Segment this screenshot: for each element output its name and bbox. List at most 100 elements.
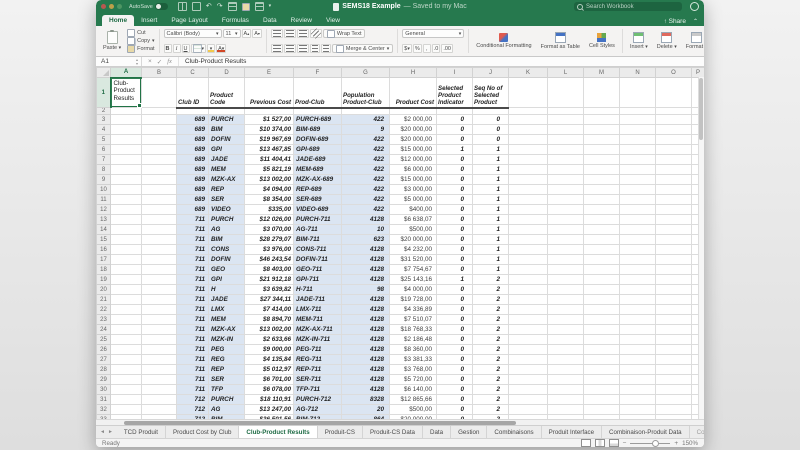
cell-M28[interactable] [584,365,620,375]
cell-B19[interactable] [142,275,177,285]
cell-L32[interactable] [548,405,584,415]
cell-N2[interactable] [620,108,656,115]
cell-K29[interactable] [509,375,548,385]
sheet-tab-data[interactable]: Data [423,426,451,438]
cell-M11[interactable] [584,195,620,205]
cell-F18[interactable]: GEO-711 [294,265,342,275]
ribbon-tab-review[interactable]: Review [284,15,319,26]
close-window-button[interactable] [101,4,106,9]
cell-A23[interactable] [111,315,142,325]
cell-C13[interactable]: 711 [177,215,209,225]
cell-K31[interactable] [509,395,548,405]
align-left-icon[interactable] [271,44,283,53]
cell-N23[interactable] [620,315,656,325]
cell-H10[interactable]: $3 000,00 [390,185,437,195]
cell-G13[interactable]: 4128 [342,215,390,225]
format-as-table-button[interactable]: Format as Table [538,28,583,54]
cell-E24[interactable]: $13 002,00 [245,325,294,335]
cell-C4[interactable]: 689 [177,125,209,135]
cell-M5[interactable] [584,135,620,145]
cell-H6[interactable]: $15 000,00 [390,145,437,155]
cell-K25[interactable] [509,335,548,345]
cell-K2[interactable] [509,108,548,115]
cell-I13[interactable]: 0 [437,215,473,225]
cell-F6[interactable]: GPI-689 [294,145,342,155]
cell-D30[interactable]: TFP [209,385,245,395]
cell-N15[interactable] [620,235,656,245]
cell-C3[interactable]: 689 [177,115,209,125]
cell-L28[interactable] [548,365,584,375]
cell-L31[interactable] [548,395,584,405]
decrease-indent-icon[interactable] [310,44,320,53]
cell-G32[interactable]: 20 [342,405,390,415]
cell-O23[interactable] [656,315,692,325]
cell-N3[interactable] [620,115,656,125]
cell-G6[interactable]: 422 [342,145,390,155]
cell-J23[interactable]: 2 [473,315,509,325]
cell-E10[interactable]: $4 094,00 [245,185,294,195]
row-header-23[interactable]: 23 [97,315,111,325]
cell-B27[interactable] [142,355,177,365]
cell-E12[interactable]: $335,00 [245,205,294,215]
cell-N11[interactable] [620,195,656,205]
cell-N26[interactable] [620,345,656,355]
format-painter-icon[interactable] [242,3,250,11]
cell-H2[interactable] [390,108,437,115]
currency-format-button[interactable]: $ [402,44,412,53]
cell-E8[interactable]: $5 821,19 [245,165,294,175]
cell-J22[interactable]: 2 [473,305,509,315]
cell-K20[interactable] [509,285,548,295]
cell-K18[interactable] [509,265,548,275]
number-format-select[interactable]: General [402,29,464,38]
cell-J1[interactable]: Seq No of Selected Product [473,78,509,108]
row-header-25[interactable]: 25 [97,335,111,345]
cell-L21[interactable] [548,295,584,305]
formula-content[interactable]: Club-Product Results [179,58,246,65]
cell-I11[interactable]: 0 [437,195,473,205]
sheet-tab-produit-cs-data[interactable]: Produit-CS Data [363,426,423,438]
cell-H21[interactable]: $19 728,00 [390,295,437,305]
cell-M19[interactable] [584,275,620,285]
cell-A6[interactable] [111,145,142,155]
cell-F27[interactable]: REG-711 [294,355,342,365]
cell-G20[interactable]: 98 [342,285,390,295]
cell-K21[interactable] [509,295,548,305]
align-right-icon[interactable] [297,44,309,53]
column-header-H[interactable]: H [390,68,437,78]
cell-I4[interactable]: 0 [437,125,473,135]
cell-E26[interactable]: $9 000,00 [245,345,294,355]
cell-O12[interactable] [656,205,692,215]
cell-G30[interactable]: 4128 [342,385,390,395]
cell-N30[interactable] [620,385,656,395]
cell-B3[interactable] [142,115,177,125]
cell-E1[interactable]: Previous Cost [245,78,294,108]
cell-A32[interactable] [111,405,142,415]
cell-F25[interactable]: MZK-IN-711 [294,335,342,345]
cell-O27[interactable] [656,355,692,365]
cell-J16[interactable]: 1 [473,245,509,255]
cell-L1[interactable] [548,78,584,108]
cell-I28[interactable]: 0 [437,365,473,375]
cell-J29[interactable]: 2 [473,375,509,385]
cell-C27[interactable]: 711 [177,355,209,365]
cell-D17[interactable]: DOFIN [209,255,245,265]
column-header-G[interactable]: G [342,68,390,78]
insert-function-icon[interactable]: fx [167,58,172,65]
sheet-tab-tcd-produit[interactable]: TCD Produit [117,426,166,438]
cell-C14[interactable]: 711 [177,225,209,235]
name-box-stepper-icon[interactable]: ▴▾ [136,58,138,65]
share-button[interactable]: Share [664,18,686,25]
cell-A27[interactable] [111,355,142,365]
cell-A20[interactable] [111,285,142,295]
cell-H27[interactable]: $3 381,33 [390,355,437,365]
row-header-7[interactable]: 7 [97,155,111,165]
cell-F21[interactable]: JADE-711 [294,295,342,305]
cell-C32[interactable]: 712 [177,405,209,415]
cell-G18[interactable]: 4128 [342,265,390,275]
column-header-C[interactable]: C [177,68,209,78]
cell-C26[interactable]: 711 [177,345,209,355]
cell-G12[interactable]: 422 [342,205,390,215]
cell-L4[interactable] [548,125,584,135]
minimize-window-button[interactable] [109,4,114,9]
cell-D15[interactable]: BIM [209,235,245,245]
